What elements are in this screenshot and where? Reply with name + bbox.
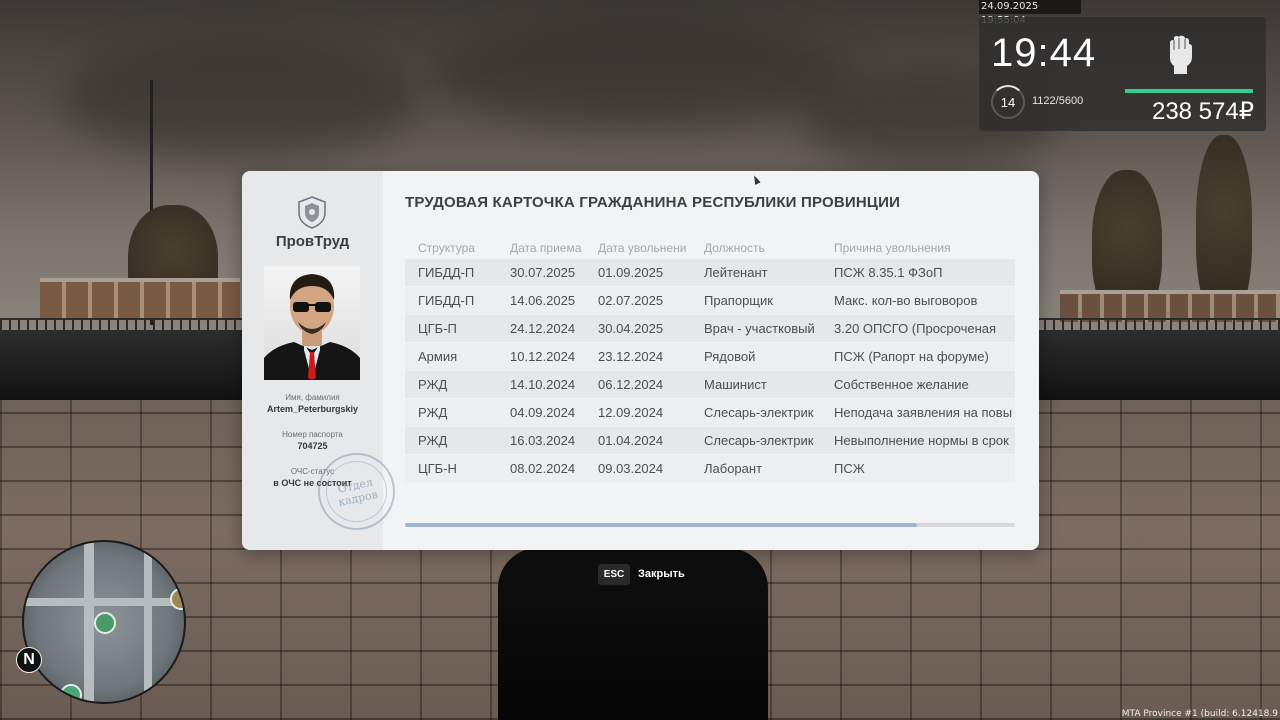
name-value: Artem_Peterburgskiy: [266, 404, 359, 414]
minimap-road: [84, 542, 94, 702]
hud-clock: 19:44: [991, 31, 1097, 75]
stamp-line-2: кадров: [336, 487, 379, 509]
table-body: ГИБДД-П 30.07.2025 01.09.2025 Лейтенант …: [405, 259, 1015, 483]
esc-key-button[interactable]: ESC: [598, 564, 630, 585]
building: [40, 278, 240, 320]
cloud: [430, 20, 850, 130]
vehicle-icon: [60, 684, 82, 702]
cell-position: Машинист: [704, 377, 767, 392]
cell-hire-date: 30.07.2025: [510, 265, 576, 280]
cell-structure: РЖД: [418, 433, 448, 448]
cell-dismissal-date: 12.09.2024: [598, 405, 664, 420]
column-header: Дата увольнени: [598, 241, 687, 255]
cell-structure: ЦГБ-Н: [418, 461, 457, 476]
column-header: Дата приема: [510, 241, 582, 255]
cell-dismissal-date: 01.09.2025: [598, 265, 664, 280]
cell-position: Рядовой: [704, 349, 756, 364]
passport-label: Номер паспорта: [282, 430, 343, 439]
cell-position: Врач - участковый: [704, 321, 815, 336]
column-header: Должность: [704, 241, 765, 255]
cell-reason: ПСЖ 8.35.1 ФЗоП: [834, 265, 943, 280]
column-header: Структура: [418, 241, 475, 255]
cell-reason: Собственное желание: [834, 377, 969, 392]
money-display: 238 574₽: [1151, 98, 1254, 125]
scrollbar-thumb[interactable]: [405, 523, 918, 527]
name-label: Имя, фамилия: [285, 393, 340, 402]
cell-hire-date: 14.10.2024: [510, 377, 576, 392]
cell-hire-date: 16.03.2024: [510, 433, 576, 448]
cell-structure: Армия: [418, 349, 458, 364]
cell-reason: ПСЖ: [834, 461, 865, 476]
passport-value: 704725: [297, 441, 328, 451]
cell-position: Лаборант: [704, 461, 763, 476]
cell-hire-date: 10.12.2024: [510, 349, 576, 364]
column-header: Причина увольнения: [834, 241, 951, 255]
emblem-icon: [298, 196, 326, 229]
health-bar-fill: [1125, 89, 1253, 93]
cell-reason: Невыполнение нормы в срок: [834, 433, 1009, 448]
cell-hire-date: 24.12.2024: [510, 321, 576, 336]
cell-dismissal-date: 06.12.2024: [598, 377, 664, 392]
level-ring: 14: [991, 85, 1025, 119]
cell-position: Слесарь-электрик: [704, 405, 814, 420]
profile-photo: [264, 266, 360, 380]
cell-position: Прапорщик: [704, 293, 773, 308]
close-label[interactable]: Закрыть: [638, 568, 685, 580]
cell-dismissal-date: 30.04.2025: [598, 321, 664, 336]
cloud: [60, 40, 420, 160]
cell-structure: ГИБДД-П: [418, 293, 475, 308]
cell-structure: РЖД: [418, 377, 448, 392]
cell-structure: ЦГБ-П: [418, 321, 457, 336]
hud-datetime: 24.09.2025 19:55:04: [979, 0, 1081, 26]
health-bar: [1125, 89, 1253, 93]
minimap-road: [144, 542, 152, 702]
cell-reason: 3.20 ОПСГО (Просроченая: [834, 321, 997, 336]
cell-hire-date: 14.06.2025: [510, 293, 576, 308]
home-icon: [94, 612, 116, 634]
build-info: MTA Province #1 (build: 6.12418.9: [1121, 709, 1278, 719]
cell-structure: РЖД: [418, 405, 448, 420]
cell-dismissal-date: 09.03.2024: [598, 461, 664, 476]
cell-hire-date: 04.09.2024: [510, 405, 576, 420]
table-row: РЖД 16.03.2024 01.04.2024 Слесарь-электр…: [405, 427, 1015, 455]
table-row: ЦГБ-П 24.12.2024 30.04.2025 Врач - участ…: [405, 315, 1015, 343]
card-title: ТРУДОВАЯ КАРТОЧКА ГРАЖДАНИНА РЕСПУБЛИКИ …: [405, 194, 901, 211]
cell-dismissal-date: 23.12.2024: [598, 349, 664, 364]
minimap-road: [24, 598, 184, 606]
cell-position: Лейтенант: [704, 265, 768, 280]
player-character: [498, 548, 768, 720]
job-icon: [170, 588, 184, 610]
table-row: ЦГБ-Н 08.02.2024 09.03.2024 Лаборант ПСЖ: [405, 455, 1015, 483]
cell-reason: Неподача заявления на повы: [834, 405, 1013, 420]
horizontal-scrollbar[interactable]: [405, 523, 1015, 527]
cell-dismissal-date: 01.04.2024: [598, 433, 664, 448]
cell-position: Слесарь-электрик: [704, 433, 814, 448]
table-row: Армия 10.12.2024 23.12.2024 Рядовой ПСЖ …: [405, 343, 1015, 371]
minimap: [22, 540, 186, 704]
cell-hire-date: 08.02.2024: [510, 461, 576, 476]
hud-panel: 19:44 14 1122/5600 238 574₽: [979, 17, 1266, 131]
table-row: ГИБДД-П 30.07.2025 01.09.2025 Лейтенант …: [405, 259, 1015, 287]
employment-table: Структура Дата приема Дата увольнени Дол…: [405, 241, 1015, 483]
cell-structure: ГИБДД-П: [418, 265, 475, 280]
cell-reason: Макс. кол-во выговоров: [834, 293, 978, 308]
org-name: ПровТруд: [275, 233, 350, 250]
table-row: ГИБДД-П 14.06.2025 02.07.2025 Прапорщик …: [405, 287, 1015, 315]
fist-icon: [1170, 35, 1192, 74]
table-row: РЖД 14.10.2024 06.12.2024 Машинист Собст…: [405, 371, 1015, 399]
cell-dismissal-date: 02.07.2025: [598, 293, 664, 308]
north-indicator: N: [16, 647, 42, 673]
cell-reason: ПСЖ (Рапорт на форуме): [834, 349, 989, 364]
table-row: РЖД 04.09.2024 12.09.2024 Слесарь-электр…: [405, 399, 1015, 427]
employment-card-window: ПровТруд Имя, фамилия Artem_Peterburgski…: [242, 171, 1039, 550]
xp-counter: 1122/5600: [1032, 95, 1084, 107]
stamp-line-1: Отдел: [336, 475, 374, 496]
table-header: Структура Дата приема Дата увольнени Дол…: [405, 241, 1015, 259]
